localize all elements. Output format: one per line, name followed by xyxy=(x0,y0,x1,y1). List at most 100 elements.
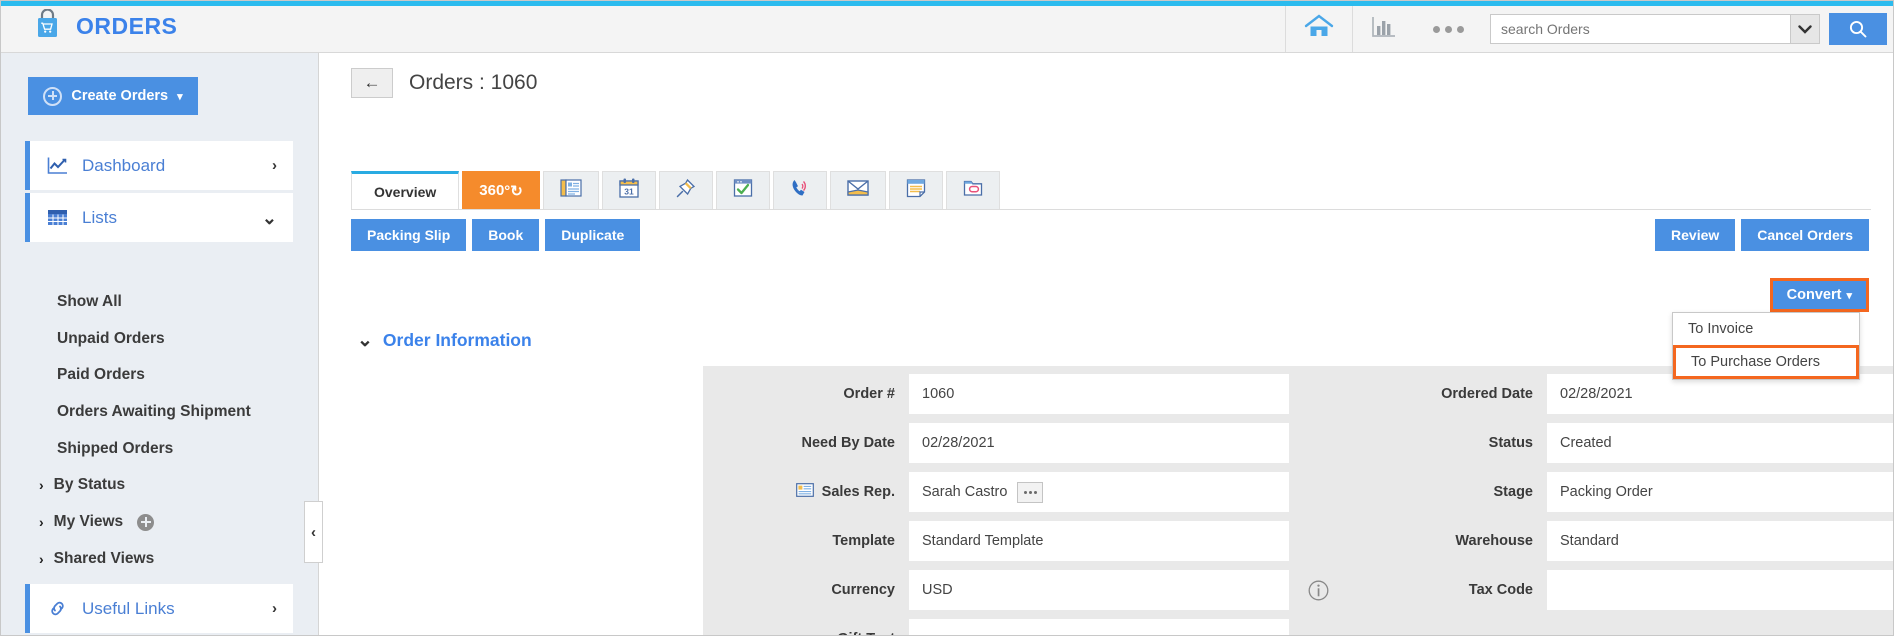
sidebar-list-unpaid-orders[interactable]: Unpaid Orders xyxy=(57,330,165,348)
caret-down-icon: ▾ xyxy=(1846,289,1852,302)
currency-info-button[interactable] xyxy=(1289,570,1347,610)
bar-chart-icon xyxy=(1371,15,1397,44)
info-slot xyxy=(1289,521,1347,561)
order-information-section-header[interactable]: ⌄ Order Information xyxy=(357,330,532,351)
sidebar-group-my-views[interactable]: › My Views xyxy=(39,513,154,531)
convert-label: Convert xyxy=(1787,287,1842,303)
cancel-orders-button[interactable]: Cancel Orders xyxy=(1741,219,1869,251)
primary-actions: Packing Slip Book Duplicate xyxy=(351,219,640,251)
field-value-stage[interactable]: Packing Order xyxy=(1547,472,1894,512)
field-label-order-number: Order # xyxy=(703,386,909,402)
tab-emails[interactable] xyxy=(830,171,886,209)
link-icon xyxy=(47,599,69,618)
magnifier-icon xyxy=(1848,19,1868,39)
sidebar-item-label: Dashboard xyxy=(82,156,165,176)
chevron-down-icon: ⌄ xyxy=(357,336,373,345)
contact-card-icon xyxy=(796,483,814,501)
tab-attachments[interactable] xyxy=(946,171,1000,209)
field-value-warehouse[interactable]: Standard xyxy=(1547,521,1894,561)
convert-dropdown: Convert ▾ To Invoice To Purchase Orders xyxy=(1770,278,1869,312)
pin-icon xyxy=(675,177,697,204)
info-slot xyxy=(1289,374,1347,414)
tab-overview[interactable]: Overview xyxy=(351,171,459,209)
field-label-ordered-date: Ordered Date xyxy=(1347,386,1547,402)
form-row: Order # 1060 Ordered Date 02/28/2021 xyxy=(703,374,1894,414)
order-information-form: Order # 1060 Ordered Date 02/28/2021 Nee… xyxy=(703,366,1894,636)
book-button[interactable]: Book xyxy=(472,219,539,251)
main-content: ← Orders : 1060 Overview 360°↻ xyxy=(320,53,1894,636)
tab-360-view[interactable]: 360°↻ xyxy=(462,171,540,209)
menu-item-to-invoice[interactable]: To Invoice xyxy=(1673,313,1859,345)
add-view-icon[interactable] xyxy=(137,514,154,531)
duplicate-button[interactable]: Duplicate xyxy=(545,219,640,251)
news-list-icon xyxy=(559,177,583,204)
reports-button[interactable] xyxy=(1352,6,1415,52)
field-value-template[interactable]: Standard Template xyxy=(909,521,1289,561)
sidebar-group-by-status[interactable]: › By Status xyxy=(39,476,125,494)
grid-table-icon xyxy=(47,208,69,227)
plus-circle-icon xyxy=(43,87,62,106)
field-value-gift-text[interactable] xyxy=(909,619,1289,636)
top-navigation-bar: ORDERS xyxy=(1,1,1894,53)
field-value-sales-rep[interactable]: Sarah Castro xyxy=(909,472,1289,512)
tab-tasks[interactable] xyxy=(716,171,770,209)
tab-calendar[interactable]: 31 xyxy=(602,171,656,209)
form-row: Gift Text xyxy=(703,619,1894,636)
sales-rep-lookup-button[interactable] xyxy=(1017,482,1043,503)
topbar-tools xyxy=(1285,6,1887,52)
back-arrow-icon: ← xyxy=(364,73,381,93)
info-slot xyxy=(1289,619,1347,636)
more-options-button[interactable] xyxy=(1415,6,1482,52)
secondary-actions: Review Cancel Orders xyxy=(1655,219,1869,251)
form-row: Template Standard Template Warehouse Sta… xyxy=(703,521,1894,561)
field-label-need-by-date: Need By Date xyxy=(703,435,909,451)
review-button[interactable]: Review xyxy=(1655,219,1735,251)
sidebar-item-useful-links[interactable]: Useful Links › xyxy=(25,584,293,633)
chevron-right-icon: › xyxy=(39,551,44,567)
create-orders-button[interactable]: Create Orders ▾ xyxy=(28,77,198,115)
menu-item-to-purchase-orders[interactable]: To Purchase Orders xyxy=(1673,345,1859,379)
chevron-down-icon: ⌄ xyxy=(262,214,277,222)
field-label-status: Status xyxy=(1347,435,1547,451)
chevron-right-icon: › xyxy=(272,600,277,617)
search-input[interactable] xyxy=(1490,14,1790,44)
sidebar-list-shipped-orders[interactable]: Shipped Orders xyxy=(57,440,173,458)
tab-pinned[interactable] xyxy=(659,171,713,209)
field-value-status[interactable]: Created xyxy=(1547,423,1894,463)
search-scope-dropdown[interactable] xyxy=(1790,14,1820,44)
field-value-currency[interactable]: USD xyxy=(909,570,1289,610)
sidebar-list-paid-orders[interactable]: Paid Orders xyxy=(57,366,145,384)
sidebar-group-label: Shared Views xyxy=(54,550,155,568)
back-button[interactable]: ← xyxy=(351,68,393,98)
search-submit-button[interactable] xyxy=(1829,13,1887,45)
field-value-ordered-date[interactable]: 02/28/2021 xyxy=(1547,374,1894,414)
sidebar-item-label: Lists xyxy=(82,208,117,228)
global-search xyxy=(1490,13,1887,45)
field-value-tax-code[interactable] xyxy=(1547,570,1894,610)
caret-down-icon: ▾ xyxy=(177,90,183,103)
tab-news[interactable] xyxy=(543,171,599,209)
sidebar-item-dashboard[interactable]: Dashboard › xyxy=(25,141,293,190)
app-brand: ORDERS xyxy=(35,9,177,43)
convert-button[interactable]: Convert ▾ xyxy=(1770,278,1869,312)
info-slot xyxy=(1289,423,1347,463)
task-checklist-icon xyxy=(732,177,754,204)
packing-slip-button[interactable]: Packing Slip xyxy=(351,219,466,251)
attachment-folder-icon xyxy=(962,177,984,204)
sidebar-item-lists[interactable]: Lists ⌄ xyxy=(25,193,293,242)
create-orders-label: Create Orders xyxy=(71,88,168,104)
app-title: ORDERS xyxy=(76,13,177,40)
field-value-need-by-date[interactable]: 02/28/2021 xyxy=(909,423,1289,463)
info-circle-icon xyxy=(1307,579,1330,602)
sidebar-list-orders-awaiting-shipment[interactable]: Orders Awaiting Shipment xyxy=(57,403,251,421)
tab-calls[interactable] xyxy=(773,171,827,209)
sidebar-list-show-all[interactable]: Show All xyxy=(57,293,122,311)
home-icon xyxy=(1304,14,1334,44)
line-chart-icon xyxy=(47,156,69,175)
degree-refresh-icon: °↻ xyxy=(504,182,523,200)
tab-notes[interactable] xyxy=(889,171,943,209)
sidebar-collapse-handle[interactable]: ‹ xyxy=(304,501,323,563)
home-button[interactable] xyxy=(1285,6,1352,52)
sidebar-group-shared-views[interactable]: › Shared Views xyxy=(39,550,154,568)
field-value-order-number[interactable]: 1060 xyxy=(909,374,1289,414)
